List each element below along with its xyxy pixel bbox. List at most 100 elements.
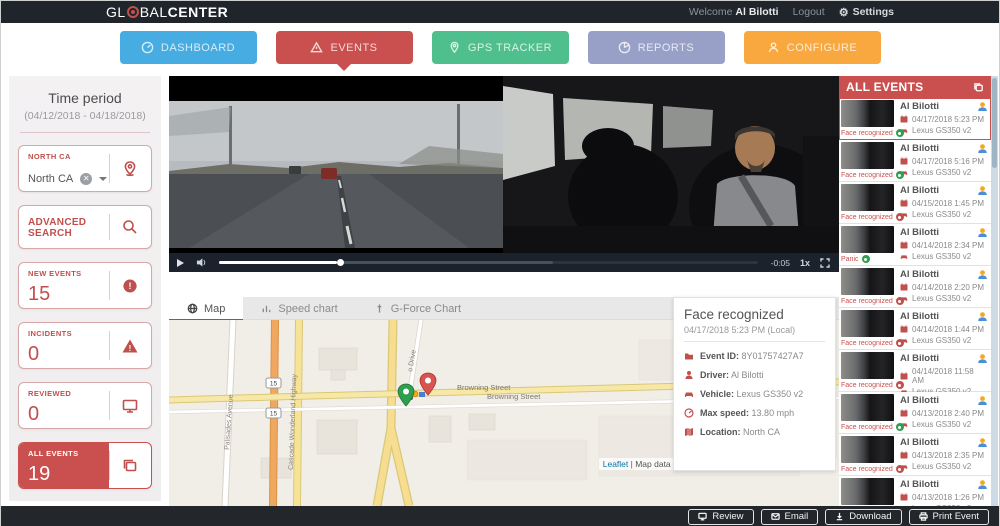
- new-events-count: 15: [28, 284, 109, 304]
- speedometer-icon: [684, 408, 694, 418]
- event-vehicle-row: Lexus GS350 v2: [900, 210, 987, 219]
- divider: [20, 132, 150, 133]
- nav-reports-button[interactable]: REPORTS: [588, 31, 725, 64]
- all-events-card[interactable]: ALL EVENTS 19: [18, 442, 152, 489]
- leaflet-link[interactable]: Leaflet: [603, 459, 629, 469]
- reviewed-card[interactable]: REVIEWED 0: [18, 382, 152, 429]
- events-list: Face recognized Al Bilotti 04/17/2018 5:…: [839, 98, 991, 506]
- face-recognition-icon: [977, 101, 988, 112]
- location-row: Location: North CA: [684, 427, 825, 437]
- chevron-down-icon[interactable]: [99, 177, 107, 185]
- target-icon: [127, 6, 139, 18]
- event-thumbnail: [841, 436, 894, 463]
- video-controls: -0:05 1x: [169, 253, 839, 272]
- event-tag: Face recognized: [841, 297, 894, 305]
- event-date-row: 04/15/2018 1:45 PM: [900, 199, 987, 208]
- settings-button[interactable]: ⚙ Settings: [839, 6, 894, 19]
- event-date-row: 04/13/2018 2:40 PM: [900, 409, 987, 418]
- folder-icon: [684, 351, 694, 361]
- eye-icon: [896, 213, 904, 221]
- event-thumbnail: [841, 478, 894, 505]
- copy-icon[interactable]: [973, 82, 984, 93]
- logout-link[interactable]: Logout: [793, 6, 825, 18]
- review-button[interactable]: Review: [688, 509, 753, 525]
- nav-gps-tracker-button[interactable]: GPS TRACKER: [432, 31, 569, 64]
- nav-events-button[interactable]: EVENTS: [276, 31, 413, 64]
- location-select-value: North CA: [28, 173, 73, 185]
- event-driver-name: Al Bilotti: [900, 269, 987, 280]
- face-recognition-icon: [977, 311, 988, 322]
- event-vehicle-row: Lexus GS350 v2: [900, 462, 987, 471]
- calendar-icon: [900, 372, 908, 380]
- event-list-item[interactable]: Face recognized Al Bilotti 04/14/2018 11…: [839, 350, 991, 392]
- new-events-label: NEW EVENTS: [28, 269, 109, 278]
- volume-icon[interactable]: [191, 257, 211, 268]
- event-list-item[interactable]: Face recognized Al Bilotti 04/13/2018 1:…: [839, 476, 991, 506]
- event-list-item[interactable]: Face recognized Al Bilotti 04/15/2018 1:…: [839, 182, 991, 224]
- event-tag: Face recognized: [841, 213, 894, 221]
- all-events-label: ALL EVENTS: [28, 449, 109, 458]
- map-pin-icon: [448, 41, 461, 54]
- monitor-icon: [121, 397, 139, 415]
- event-list-item[interactable]: Panic Al Bilotti 04/14/2018 2:34 PM Lexu…: [839, 224, 991, 266]
- event-list-item[interactable]: Face recognized Al Bilotti 04/14/2018 2:…: [839, 266, 991, 308]
- search-button[interactable]: [109, 206, 151, 248]
- location-pin-button[interactable]: [109, 146, 151, 191]
- pie-chart-icon: [618, 41, 631, 54]
- location-filter-label: NORTH CA: [28, 152, 109, 161]
- event-tag: Face recognized: [841, 339, 894, 347]
- svg-text:15: 15: [270, 411, 278, 418]
- scrollbar-thumb[interactable]: [992, 78, 997, 168]
- event-thumbnail: [841, 226, 894, 253]
- event-details-panel: Face recognized 04/17/2018 5:23 PM (Loca…: [673, 297, 836, 471]
- tab-map[interactable]: Map: [169, 297, 243, 320]
- incidents-card[interactable]: INCIDENTS 0 !: [18, 322, 152, 369]
- event-driver-name: Al Bilotti: [900, 353, 987, 364]
- playback-rate-button[interactable]: 1x: [795, 258, 815, 268]
- advanced-search-card[interactable]: ADVANCED SEARCH: [18, 205, 152, 249]
- play-button[interactable]: [169, 253, 191, 272]
- event-vehicle-row: Lexus GS350 v2: [900, 294, 987, 303]
- event-driver-name: Al Bilotti: [900, 143, 987, 154]
- new-events-card[interactable]: NEW EVENTS 15 !: [18, 262, 152, 309]
- nav-dashboard-button[interactable]: DASHBOARD: [120, 31, 257, 64]
- calendar-icon: [900, 451, 908, 459]
- event-list-item[interactable]: Face recognized Al Bilotti 04/14/2018 1:…: [839, 308, 991, 350]
- event-thumbnail: [841, 310, 894, 337]
- event-driver-name: Al Bilotti: [900, 437, 987, 448]
- download-button[interactable]: Download: [825, 509, 901, 525]
- nav-configure-button[interactable]: CONFIGURE: [744, 31, 881, 64]
- location-select[interactable]: North CA ✕: [28, 173, 109, 187]
- event-thumbnail: [841, 100, 894, 127]
- print-event-button[interactable]: Print Event: [909, 509, 989, 525]
- tab-gforce-chart[interactable]: G-Force Chart: [356, 297, 479, 320]
- incidents-label: INCIDENTS: [28, 329, 109, 338]
- face-recognition-icon: [977, 143, 988, 154]
- filter-sidebar: Time period (04/12/2018 - 04/18/2018) NO…: [9, 76, 161, 501]
- video-player[interactable]: -0:05 1x: [169, 76, 839, 272]
- face-recognition-icon: [977, 269, 988, 280]
- played-bar: [219, 261, 337, 264]
- all-events-count: 19: [28, 464, 109, 484]
- logo-text-center: CENTER: [168, 4, 229, 20]
- scrollbar[interactable]: [991, 76, 998, 506]
- map-pin-icon: [121, 160, 139, 178]
- svg-text:15: 15: [270, 381, 278, 388]
- seek-handle[interactable]: [337, 259, 344, 266]
- event-datetime: 04/17/2018 5:23 PM (Local): [684, 325, 825, 342]
- email-button[interactable]: Email: [761, 509, 819, 525]
- gforce-icon: [374, 303, 385, 314]
- event-list-item[interactable]: Face recognized Al Bilotti 04/17/2018 5:…: [839, 140, 991, 182]
- clear-location-icon[interactable]: ✕: [80, 173, 92, 185]
- eye-icon: [896, 171, 904, 179]
- event-list-item[interactable]: Face recognized Al Bilotti 04/13/2018 2:…: [839, 392, 991, 434]
- badge-icon: !: [121, 277, 139, 295]
- car-icon: [684, 389, 694, 399]
- reviewed-label: REVIEWED: [28, 389, 109, 398]
- seek-bar[interactable]: [219, 261, 758, 264]
- event-list-item[interactable]: Face recognized Al Bilotti 04/17/2018 5:…: [839, 98, 991, 140]
- event-list-item[interactable]: Face recognized Al Bilotti 04/13/2018 2:…: [839, 434, 991, 476]
- calendar-icon: [900, 157, 908, 165]
- fullscreen-button[interactable]: [815, 258, 835, 268]
- tab-speed-chart[interactable]: Speed chart: [243, 297, 355, 320]
